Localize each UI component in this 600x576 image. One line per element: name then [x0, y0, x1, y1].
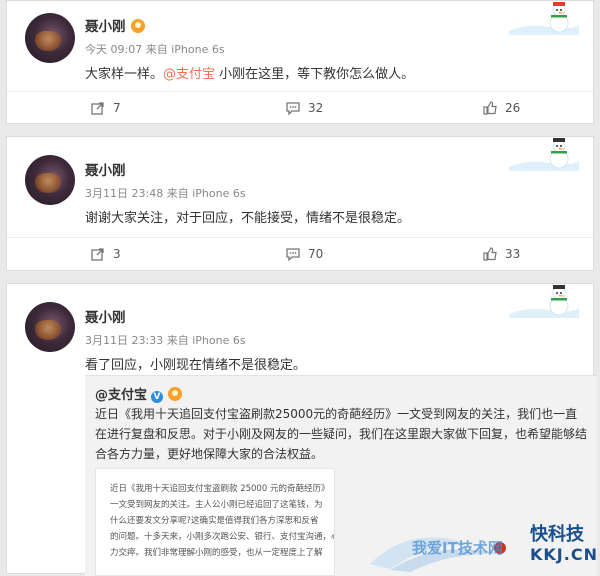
source-prefix: 来自: [166, 334, 189, 347]
image-text-line: 力交瘁。我们非常理解小刚的感受，也从一定程度上了解: [110, 548, 323, 558]
repost-button[interactable]: 7: [91, 92, 121, 124]
like-count: 33: [505, 247, 521, 261]
author-name[interactable]: 聂小刚: [85, 306, 126, 326]
like-icon: [483, 101, 497, 115]
author-name[interactable]: 聂小刚: [85, 15, 145, 35]
verified-v-icon: V: [151, 391, 164, 403]
post-meta: 3月11日 23:33 来自 iPhone 6s: [85, 332, 246, 348]
post-meta: 3月11日 23:48 来自 iPhone 6s: [85, 185, 246, 201]
post-text: 大家样一样。@支付宝 小刚在这里，等下教你怎么做人。: [85, 67, 415, 82]
image-text-line: 的问题。十多天来，小刚多次跑公安、银行、支付宝沟通，心: [110, 532, 335, 542]
source-prefix: 来自: [166, 187, 189, 200]
post-source[interactable]: iPhone 6s: [171, 43, 224, 56]
quoted-image[interactable]: 近日《我用十天追回支付宝盗刷款 25000 元的奇葩经历》 一文受到网友的关注。…: [95, 468, 335, 576]
snowman-decoration-icon: [509, 138, 579, 171]
watermark-text: 我爱IT技术网: [412, 539, 503, 557]
post-text: 看了回应，小刚现在情绪不是很稳定。: [85, 358, 307, 373]
repost-count: 3: [113, 247, 121, 261]
weibo-post-2: 聂小刚 3月11日 23:48 来自 iPhone 6s 谢谢大家关注，对于回应…: [6, 136, 594, 271]
repost-button[interactable]: 3: [91, 238, 121, 270]
quoted-author[interactable]: @支付宝 V: [95, 384, 183, 403]
post-text: 谢谢大家关注，对于回应，不能接受，情绪不是很稳定。: [85, 211, 411, 226]
vip-badge-icon: [168, 387, 183, 401]
mention-link[interactable]: @支付宝: [163, 67, 215, 82]
post-source[interactable]: iPhone 6s: [192, 334, 245, 347]
post-time[interactable]: 3月11日 23:33: [85, 334, 163, 347]
image-text-line: 近日《我用十天追回支付宝盗刷款 25000 元的奇葩经历》: [110, 484, 330, 494]
action-bar: 3 70 33: [7, 237, 593, 270]
post-time[interactable]: 3月11日 23:48: [85, 187, 163, 200]
image-text-line: 什么还要发文分享呢?这确实是值得我们各方深思和反省: [110, 516, 319, 526]
author-name[interactable]: 聂小刚: [85, 159, 126, 179]
source-prefix: 来自: [145, 43, 168, 56]
like-count: 26: [505, 101, 521, 115]
comment-button[interactable]: 32: [286, 92, 323, 124]
comment-icon: [286, 102, 300, 115]
image-text-line: 一文受到网友的关注。主人公小刚已经追回了这笔钱，为: [110, 500, 323, 510]
comment-count: 70: [308, 247, 324, 261]
snowman-decoration-icon: [509, 285, 579, 318]
comment-button[interactable]: 70: [286, 238, 323, 270]
quoted-text: 近日《我用十天追回支付宝盗刷款25000元的奇葩经历》一文受到网友的关注，我们也…: [95, 407, 588, 461]
post-meta: 今天 09:07 来自 iPhone 6s: [85, 41, 225, 57]
avatar[interactable]: [25, 302, 75, 352]
like-button[interactable]: 33: [483, 238, 520, 270]
like-button[interactable]: 26: [483, 92, 520, 124]
weibo-post-1: 聂小刚 今天 09:07 来自 iPhone 6s 大家样一样。@支付宝 小刚在…: [6, 0, 594, 124]
post-source[interactable]: iPhone 6s: [192, 187, 245, 200]
action-bar: 7 32 26: [7, 91, 593, 124]
repost-icon: [91, 102, 104, 115]
post-time[interactable]: 今天 09:07: [85, 43, 142, 56]
snowman-decoration-icon: [509, 2, 579, 35]
comment-icon: [286, 248, 300, 261]
repost-count: 7: [113, 101, 121, 115]
comment-count: 32: [308, 101, 324, 115]
avatar[interactable]: [25, 155, 75, 205]
vip-badge-icon: [130, 19, 145, 33]
like-icon: [483, 247, 497, 261]
watermark-domain: KKJ.CN: [530, 545, 598, 564]
repost-icon: [91, 248, 104, 261]
watermark-brand: 快科技: [530, 524, 584, 545]
avatar[interactable]: [25, 13, 75, 63]
